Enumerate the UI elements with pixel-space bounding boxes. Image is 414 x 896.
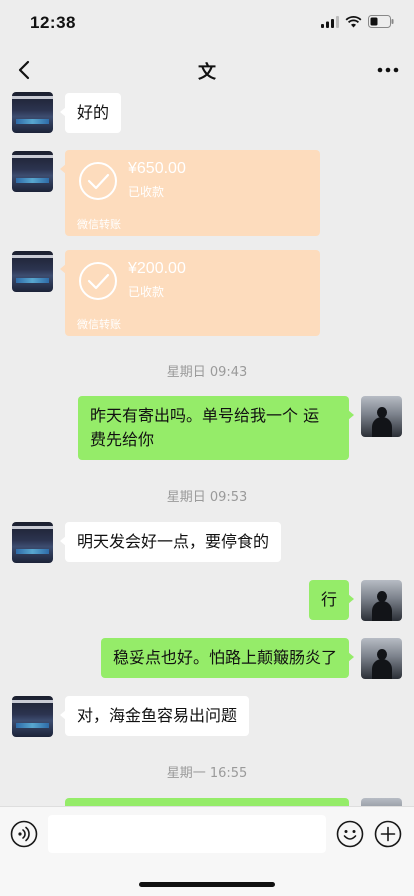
- my-avatar[interactable]: [361, 396, 402, 437]
- transfer-status: 已收款: [128, 185, 165, 199]
- status-time: 12:38: [30, 13, 76, 32]
- wifi-icon: [345, 15, 362, 27]
- chat-history[interactable]: 好的 ¥650.00 已收款 微信转账 ¥200.00 已收款 微信转账 星期日…: [0, 92, 414, 806]
- timestamp: 星期日 09:43: [166, 365, 248, 380]
- message-bubble-incoming[interactable]: 对，海金鱼容易出问题: [59, 696, 250, 736]
- check-circle-icon: [79, 162, 117, 200]
- my-avatar[interactable]: [361, 638, 402, 679]
- chat-title: 文: [198, 62, 216, 83]
- timestamp: 星期一 16:55: [166, 766, 248, 781]
- transfer-brand: 微信转账: [77, 318, 121, 331]
- home-indicator: [139, 882, 275, 887]
- contact-avatar[interactable]: [12, 251, 53, 292]
- transfer-card[interactable]: ¥650.00 已收款 微信转账: [60, 150, 320, 236]
- transfer-brand: 微信转账: [77, 218, 121, 231]
- message-line: 昨天有寄出吗。单号给我一个 运: [90, 406, 320, 425]
- check-circle-icon: [79, 262, 117, 300]
- message-line: 费先给你: [90, 430, 155, 449]
- timestamp: 星期日 09:53: [166, 490, 248, 505]
- contact-avatar[interactable]: [12, 696, 53, 737]
- message-bubble-incoming[interactable]: 好的: [59, 93, 122, 133]
- message-bubble-incoming[interactable]: 明天发会好一点，要停食的: [59, 522, 282, 562]
- more-dots-icon[interactable]: [374, 57, 402, 83]
- message-bubble-outgoing[interactable]: 行: [308, 580, 355, 620]
- emoji-icon[interactable]: [336, 820, 364, 848]
- status-bar: 12:38: [0, 0, 414, 48]
- signal-icon: [321, 15, 339, 28]
- transfer-amount: ¥200.00: [128, 260, 186, 277]
- contact-avatar[interactable]: [12, 92, 53, 133]
- transfer-amount: ¥650.00: [128, 160, 186, 177]
- message-bubble-outgoing[interactable]: 昨天有寄出吗。单号给我一个 运 费先给你: [78, 396, 354, 460]
- status-icons: [321, 15, 394, 28]
- plus-icon[interactable]: [374, 820, 402, 848]
- message-input[interactable]: [48, 815, 326, 853]
- transfer-status: 已收款: [128, 285, 165, 299]
- battery-icon: [368, 15, 394, 28]
- transfer-card[interactable]: ¥200.00 已收款 微信转账: [60, 250, 320, 336]
- nav-bar: 文: [0, 48, 414, 92]
- voice-icon[interactable]: [10, 820, 38, 848]
- message-bubble-outgoing[interactable]: [65, 798, 349, 806]
- my-avatar[interactable]: [361, 798, 402, 806]
- message-bubble-outgoing[interactable]: 稳妥点也好。怕路上颠簸肠炎了: [100, 638, 355, 678]
- contact-avatar[interactable]: [12, 151, 53, 192]
- contact-avatar[interactable]: [12, 522, 53, 563]
- my-avatar[interactable]: [361, 580, 402, 621]
